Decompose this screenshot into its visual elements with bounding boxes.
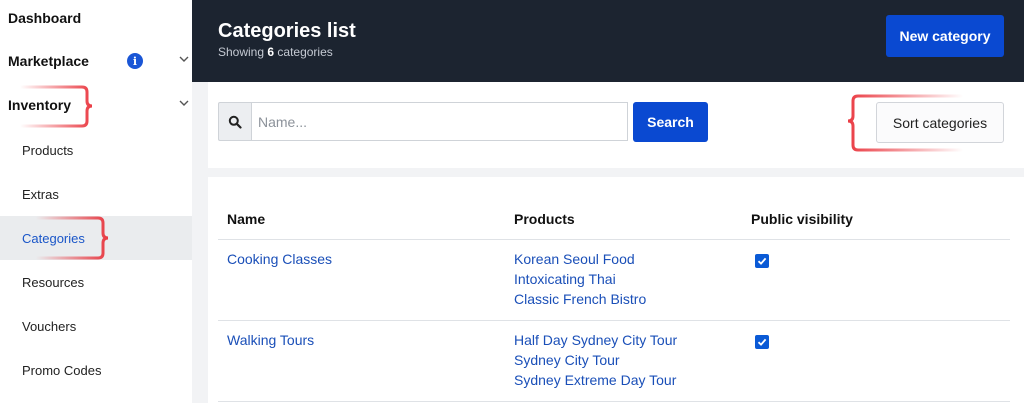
category-count: 6 bbox=[267, 45, 275, 59]
search-input[interactable] bbox=[251, 102, 628, 141]
page-title: Categories list bbox=[218, 20, 356, 42]
sort-categories-button[interactable]: Sort categories bbox=[876, 102, 1004, 143]
product-link[interactable]: Classic French Bistro bbox=[514, 289, 646, 309]
sidebar-item-extras[interactable]: Extras bbox=[0, 172, 192, 216]
chevron-down-icon[interactable] bbox=[178, 97, 190, 109]
sidebar-item-products[interactable]: Products bbox=[0, 128, 192, 172]
sidebar: Dashboard Marketplace i Inventory Produc… bbox=[0, 0, 192, 403]
new-category-button[interactable]: New category bbox=[886, 15, 1004, 57]
sidebar-item-vouchers[interactable]: Vouchers bbox=[0, 304, 192, 348]
column-header-public-visibility: Public visibility bbox=[751, 211, 853, 227]
subtitle-prefix: Showing bbox=[218, 45, 265, 59]
category-name-link[interactable]: Cooking Classes bbox=[227, 249, 332, 269]
divider bbox=[218, 239, 1010, 240]
page-header: Categories list Showing 6 categories New… bbox=[192, 0, 1024, 82]
product-link[interactable]: Sydney Extreme Day Tour bbox=[514, 370, 677, 390]
sidebar-item-resources[interactable]: Resources bbox=[0, 260, 192, 304]
search-panel: Search Sort categories bbox=[208, 82, 1024, 168]
sidebar-item-label: Extras bbox=[22, 186, 59, 202]
page-subtitle: Showing 6 categories bbox=[218, 45, 333, 59]
sidebar-item-label: Dashboard bbox=[8, 10, 82, 26]
sidebar-item-label: Categories bbox=[22, 230, 85, 246]
search-icon bbox=[218, 102, 251, 141]
sidebar-item-label: Promo Codes bbox=[22, 362, 102, 378]
sidebar-item-label: Vouchers bbox=[22, 318, 77, 334]
info-icon[interactable]: i bbox=[127, 53, 143, 69]
public-visibility-checkbox[interactable] bbox=[755, 254, 769, 268]
divider bbox=[218, 320, 1010, 321]
sidebar-item-promo-codes[interactable]: Promo Codes bbox=[0, 348, 192, 392]
divider bbox=[218, 401, 1010, 402]
column-header-products: Products bbox=[514, 211, 575, 227]
product-link[interactable]: Korean Seoul Food bbox=[514, 249, 646, 269]
public-visibility-checkbox[interactable] bbox=[755, 335, 769, 349]
category-name-link[interactable]: Walking Tours bbox=[227, 330, 314, 350]
sidebar-item-label: Inventory bbox=[8, 97, 72, 113]
product-link[interactable]: Intoxicating Thai bbox=[514, 269, 646, 289]
product-link[interactable]: Sydney City Tour bbox=[514, 350, 677, 370]
product-list: Korean Seoul Food Intoxicating Thai Clas… bbox=[514, 249, 646, 309]
sidebar-item-label: Products bbox=[22, 142, 74, 158]
sidebar-item-categories[interactable]: Categories bbox=[0, 216, 192, 260]
search-button[interactable]: Search bbox=[633, 102, 708, 142]
sidebar-item-marketplace[interactable]: Marketplace i bbox=[0, 39, 192, 83]
sidebar-item-label: Marketplace bbox=[8, 53, 89, 69]
categories-table: Name Products Public visibility Cooking … bbox=[208, 177, 1024, 403]
sidebar-item-label: Resources bbox=[22, 274, 85, 290]
chevron-down-icon[interactable] bbox=[178, 53, 190, 65]
product-list: Half Day Sydney City Tour Sydney City To… bbox=[514, 330, 677, 390]
subtitle-suffix: categories bbox=[277, 45, 333, 59]
product-link[interactable]: Half Day Sydney City Tour bbox=[514, 330, 677, 350]
column-header-name: Name bbox=[227, 211, 266, 227]
sidebar-item-inventory[interactable]: Inventory bbox=[0, 83, 192, 127]
sidebar-item-dashboard[interactable]: Dashboard bbox=[0, 0, 192, 40]
